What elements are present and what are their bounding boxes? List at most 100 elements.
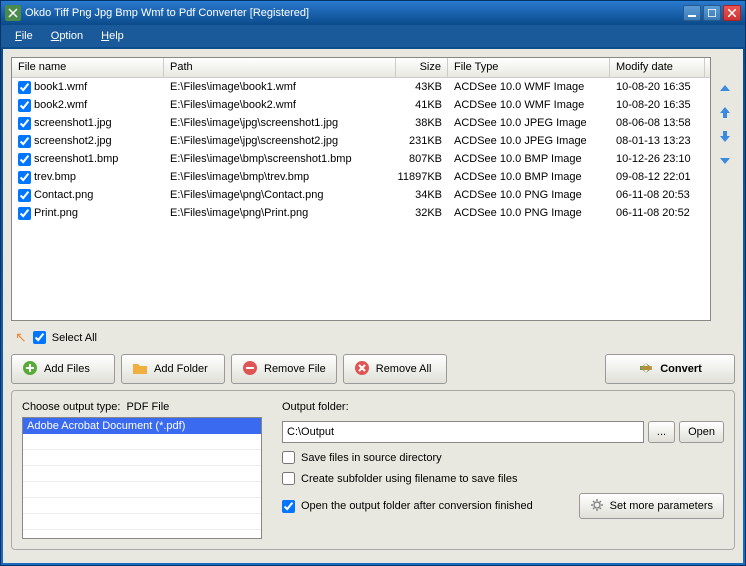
file-list-body: book1.wmfE:\Files\image\book1.wmf43KBACD… <box>12 78 710 222</box>
file-row[interactable]: book1.wmfE:\Files\image\book1.wmf43KBACD… <box>12 78 710 96</box>
output-type-selected[interactable]: Adobe Acrobat Document (*.pdf) <box>23 418 261 434</box>
file-date: 10-08-20 16:35 <box>610 98 705 112</box>
output-type-section: Choose output type: PDF File Adobe Acrob… <box>22 401 262 539</box>
file-name: Contact.png <box>34 189 93 201</box>
save-in-source-checkbox[interactable] <box>282 451 295 464</box>
file-checkbox[interactable] <box>18 171 31 184</box>
file-type: ACDSee 10.0 BMP Image <box>448 170 610 184</box>
file-checkbox[interactable] <box>18 153 31 166</box>
file-size: 32KB <box>396 206 448 220</box>
menu-option[interactable]: Option <box>43 28 91 44</box>
file-name: screenshot2.jpg <box>34 135 112 147</box>
file-checkbox[interactable] <box>18 189 31 202</box>
file-name: screenshot1.jpg <box>34 117 112 129</box>
app-icon <box>5 5 21 21</box>
maximize-button[interactable] <box>703 5 721 21</box>
file-path: E:\Files\image\png\Print.png <box>164 206 396 220</box>
output-folder-label: Output folder: <box>282 401 724 413</box>
window-title: Okdo Tiff Png Jpg Bmp Wmf to Pdf Convert… <box>25 7 683 19</box>
selectall-label: Select All <box>52 332 97 344</box>
plus-icon <box>22 360 38 379</box>
file-row[interactable]: screenshot2.jpg E:\Files\image\jpg\screen… <box>12 132 710 150</box>
file-checkbox[interactable] <box>18 135 31 148</box>
col-header-date[interactable]: Modify date <box>610 58 705 77</box>
remove-all-button[interactable]: Remove All <box>343 354 447 384</box>
create-subfolder-checkbox[interactable] <box>282 472 295 485</box>
file-size: 11897KB <box>396 170 448 184</box>
menu-file[interactable]: File <box>7 28 41 44</box>
file-name: trev.bmp <box>34 171 76 183</box>
open-after-checkbox[interactable] <box>282 500 295 513</box>
add-folder-button[interactable]: Add Folder <box>121 354 225 384</box>
file-size: 34KB <box>396 188 448 202</box>
open-after-label: Open the output folder after conversion … <box>301 500 533 512</box>
file-row[interactable]: trev.bmp E:\Files\image\bmp\trev.bmp11897… <box>12 168 710 186</box>
file-path: E:\Files\image\jpg\screenshot2.jpg <box>164 134 396 148</box>
create-subfolder-row: Create subfolder using filename to save … <box>282 472 724 485</box>
output-folder-row: ... Open <box>282 421 724 443</box>
col-header-path[interactable]: Path <box>164 58 396 77</box>
file-type: ACDSee 10.0 JPEG Image <box>448 116 610 130</box>
file-name: screenshot1.bmp <box>34 153 118 165</box>
file-checkbox[interactable] <box>18 99 31 112</box>
file-type: ACDSee 10.0 PNG Image <box>448 188 610 202</box>
output-type-label: Choose output type: <box>22 401 120 413</box>
file-date: 06-11-08 20:53 <box>610 188 705 202</box>
file-date: 06-11-08 20:52 <box>610 206 705 220</box>
file-checkbox[interactable] <box>18 117 31 130</box>
file-date: 08-06-08 13:58 <box>610 116 705 130</box>
file-date: 10-08-20 16:35 <box>610 80 705 94</box>
output-panel: Choose output type: PDF File Adobe Acrob… <box>11 390 735 550</box>
window-controls <box>683 5 741 21</box>
titlebar: Okdo Tiff Png Jpg Bmp Wmf to Pdf Convert… <box>1 1 745 25</box>
add-files-button[interactable]: Add Files <box>11 354 115 384</box>
open-after-row: Open the output folder after conversion … <box>282 500 533 513</box>
move-up-button[interactable] <box>716 103 734 121</box>
file-name: book2.wmf <box>34 99 87 111</box>
file-date: 10-12-26 23:10 <box>610 152 705 166</box>
up-arrow-icon: ↖ <box>15 329 27 346</box>
remove-file-button[interactable]: Remove File <box>231 354 337 384</box>
open-folder-button[interactable]: Open <box>679 421 724 443</box>
move-top-button[interactable] <box>716 79 734 97</box>
convert-icon <box>638 360 654 379</box>
col-header-type[interactable]: File Type <box>448 58 610 77</box>
file-date: 08-01-13 13:23 <box>610 134 705 148</box>
move-down-button[interactable] <box>716 127 734 145</box>
menu-help[interactable]: Help <box>93 28 132 44</box>
file-row[interactable]: screenshot1.bmpE:\Files\image\bmp\screen… <box>12 150 710 168</box>
file-row[interactable]: screenshot1.jpg E:\Files\image\jpg\screen… <box>12 114 710 132</box>
file-path: E:\Files\image\book1.wmf <box>164 80 396 94</box>
minimize-button[interactable] <box>683 5 701 21</box>
col-header-name[interactable]: File name <box>12 58 164 77</box>
save-in-source-row: Save files in source directory <box>282 451 724 464</box>
selectall-row: ↖ Select All <box>11 327 735 348</box>
output-type-list[interactable]: Adobe Acrobat Document (*.pdf) <box>22 417 262 539</box>
filelist-header: File name Path Size File Type Modify dat… <box>12 58 710 78</box>
remove-all-icon <box>354 360 370 379</box>
file-path: E:\Files\image\jpg\screenshot1.jpg <box>164 116 396 130</box>
file-row[interactable]: book2.wmfE:\Files\image\book2.wmf41KBACD… <box>12 96 710 114</box>
file-checkbox[interactable] <box>18 81 31 94</box>
file-size: 41KB <box>396 98 448 112</box>
browse-button[interactable]: ... <box>648 421 675 443</box>
output-folder-input[interactable] <box>282 421 644 443</box>
file-row[interactable]: Contact.pngE:\Files\image\png\Contact.pn… <box>12 186 710 204</box>
set-parameters-button[interactable]: Set more parameters <box>579 493 724 519</box>
file-path: E:\Files\image\bmp\trev.bmp <box>164 170 396 184</box>
output-type-current: PDF File <box>126 401 169 413</box>
content-area: File name Path Size File Type Modify dat… <box>3 49 743 563</box>
output-type-label-row: Choose output type: PDF File <box>22 401 262 413</box>
file-list[interactable]: File name Path Size File Type Modify dat… <box>11 57 711 321</box>
file-checkbox[interactable] <box>18 207 31 220</box>
file-name: book1.wmf <box>34 81 87 93</box>
selectall-checkbox[interactable] <box>33 331 46 344</box>
move-bottom-button[interactable] <box>716 151 734 169</box>
file-size: 231KB <box>396 134 448 148</box>
close-button[interactable] <box>723 5 741 21</box>
file-row[interactable]: Print.pngE:\Files\image\png\Print.png32K… <box>12 204 710 222</box>
create-subfolder-label: Create subfolder using filename to save … <box>301 473 517 485</box>
convert-button[interactable]: Convert <box>605 354 735 384</box>
file-type: ACDSee 10.0 WMF Image <box>448 80 610 94</box>
col-header-size[interactable]: Size <box>396 58 448 77</box>
